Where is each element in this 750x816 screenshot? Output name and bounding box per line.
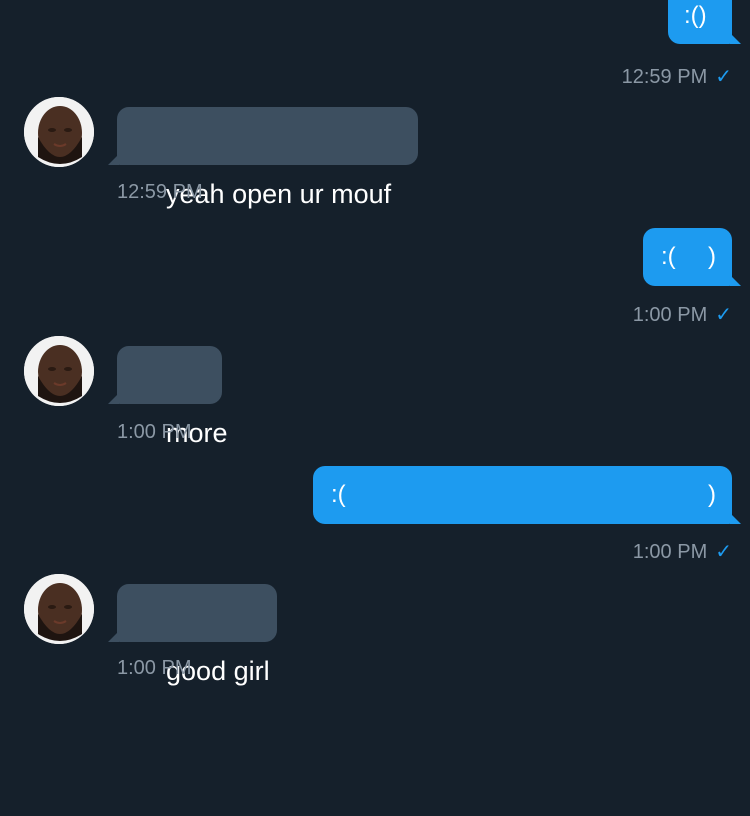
bubble-tail [730,275,741,286]
outgoing-message-bubble[interactable]: :( ) [313,466,741,524]
message-text-end: ) [708,243,716,270]
timestamp-text: 1:00 PM [117,421,192,443]
message-text-end: ) [708,481,716,508]
timestamp-text: 1:00 PM [632,304,708,326]
bubble-tail [730,33,741,44]
sender-avatar[interactable] [24,574,94,644]
incoming-message-bubble[interactable]: more [108,346,228,448]
user-avatar [24,574,94,644]
bubble-tail [730,513,741,524]
sender-avatar[interactable] [24,97,94,167]
message-text: :( [331,481,346,508]
bubble-tail [108,393,119,404]
user-avatar [24,336,94,406]
checkmark-icon: ✓ [715,541,732,563]
message-thread: :() 12:59 PM ✓ yeah open ur mouf 12:59 PM… [0,0,750,692]
timestamp-text: 12:59 PM [117,181,203,203]
sender-avatar[interactable] [24,336,94,406]
bubble-tail [108,631,119,642]
user-avatar [24,97,94,167]
message-timestamp: 12:59 PM [117,181,203,204]
checkmark-icon: ✓ [715,304,732,326]
message-timestamp: 1:00 PM ✓ [633,539,732,564]
timestamp-text: 1:00 PM [632,541,708,563]
timestamp-text: 12:59 PM [621,66,708,88]
message-timestamp: 12:59 PM ✓ [622,64,732,89]
outgoing-message-bubble[interactable]: :() [668,0,741,44]
message-text: :() [684,2,707,29]
outgoing-message-bubble[interactable]: :( ) [643,228,741,286]
incoming-message-bubble[interactable]: yeah open ur mouf [108,107,418,209]
message-timestamp: 1:00 PM [117,657,191,680]
timestamp-text: 1:00 PM [117,657,192,679]
incoming-message-bubble[interactable]: good girl [108,584,277,686]
bubble-tail [108,154,119,165]
message-timestamp: 1:00 PM ✓ [633,302,732,327]
message-text: :( [661,243,676,270]
message-timestamp: 1:00 PM [117,421,191,444]
checkmark-icon: ✓ [715,66,732,88]
